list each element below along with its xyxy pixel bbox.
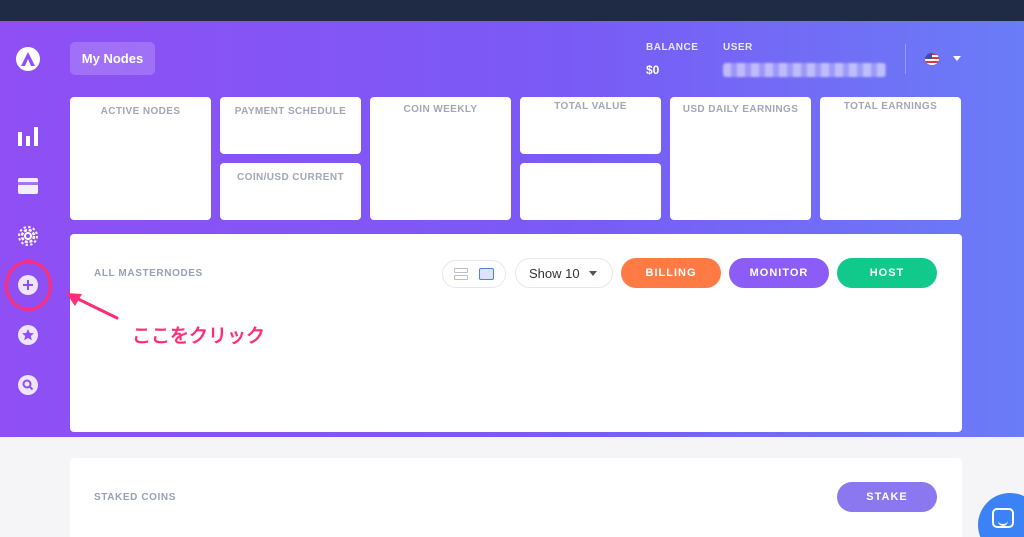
billing-button[interactable]: BILLING: [621, 258, 721, 288]
grid-view-icon[interactable]: [478, 268, 494, 280]
total-earnings-card: TOTAL EARNINGS: [820, 97, 961, 220]
annotation-arrow-icon: [66, 293, 119, 320]
card-title: TOTAL VALUE: [554, 101, 627, 112]
view-toggle: [442, 260, 506, 288]
select-value: Show 10: [529, 265, 580, 281]
card-title: ACTIVE NODES: [100, 106, 181, 117]
bar-chart-icon[interactable]: [16, 124, 40, 148]
header-divider: [905, 44, 906, 74]
user-label: USER: [723, 42, 753, 53]
usd-daily-earnings-card: USD DAILY EARNINGS: [670, 97, 811, 220]
show-count-select[interactable]: Show 10: [515, 258, 613, 288]
staked-coins-panel: STAKED COINS STAKE: [70, 458, 962, 537]
list-view-icon[interactable]: [454, 268, 469, 280]
coin-usd-current-card: COIN/USD CURRENT: [220, 163, 361, 220]
top-bar: [0, 0, 1024, 21]
card-title: COIN/USD CURRENT: [237, 172, 344, 183]
annotation-text: ここをクリック: [132, 325, 266, 347]
annotation-circle: [5, 260, 52, 311]
active-nodes-card: ACTIVE NODES: [70, 97, 211, 220]
chevron-down-icon[interactable]: [953, 56, 961, 61]
us-flag-icon[interactable]: [925, 53, 939, 65]
total-value-detail-card: [520, 163, 661, 220]
gear-icon[interactable]: [16, 224, 40, 248]
total-value-card: TOTAL VALUE: [520, 97, 661, 154]
logo-icon[interactable]: [15, 46, 41, 72]
panel-title: ALL MASTERNODES: [94, 268, 203, 279]
balance-label: BALANCE: [646, 42, 699, 53]
chevron-down-icon: [589, 271, 597, 276]
stake-button[interactable]: STAKE: [837, 482, 937, 512]
card-title: USD DAILY EARNINGS: [682, 104, 799, 115]
card-title: PAYMENT SCHEDULE: [234, 106, 347, 117]
host-button[interactable]: HOST: [837, 258, 937, 288]
search-circle-icon[interactable]: [16, 373, 40, 397]
panel-title: STAKED COINS: [94, 492, 177, 503]
chat-widget-button[interactable]: [978, 493, 1024, 537]
card-title: TOTAL EARNINGS: [843, 101, 938, 112]
coin-weekly-card: COIN WEEKLY: [370, 97, 511, 220]
balance-value: $0: [646, 63, 660, 77]
my-nodes-button[interactable]: My Nodes: [70, 42, 155, 75]
star-circle-icon[interactable]: [16, 323, 40, 347]
credit-card-icon[interactable]: [16, 174, 40, 198]
user-name-redacted: [723, 63, 886, 77]
payment-schedule-card: PAYMENT SCHEDULE: [220, 97, 361, 154]
chat-icon: [992, 508, 1014, 528]
card-title: COIN WEEKLY: [403, 104, 478, 115]
monitor-button[interactable]: MONITOR: [729, 258, 829, 288]
